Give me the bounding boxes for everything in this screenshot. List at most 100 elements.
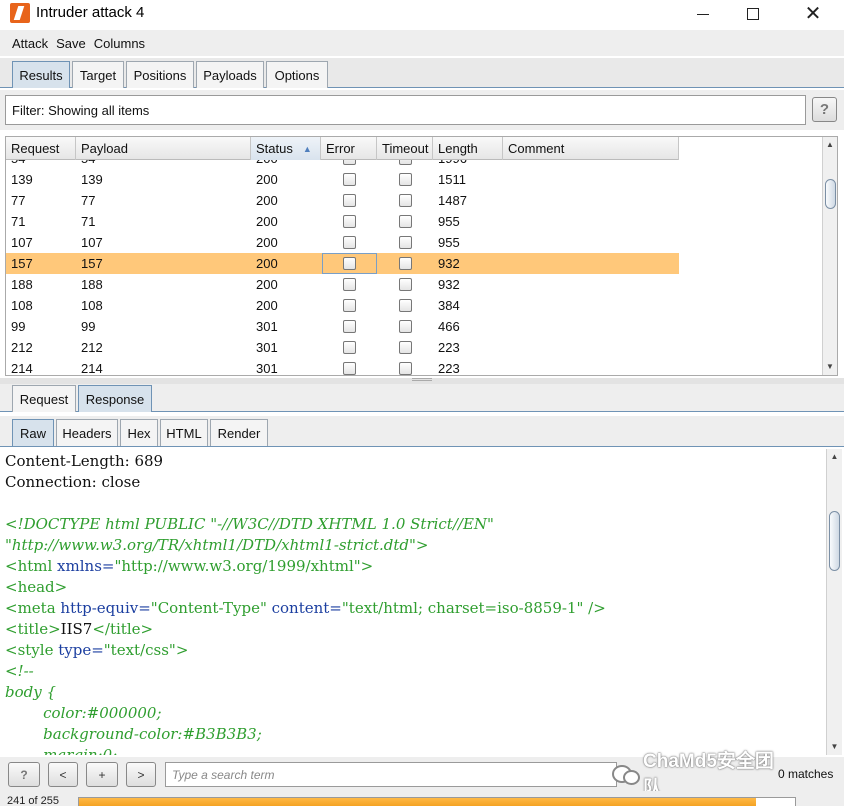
menu-attack[interactable]: Attack (12, 36, 48, 51)
menu-columns[interactable]: Columns (94, 36, 145, 51)
error-checkbox[interactable] (343, 278, 356, 291)
error-checkbox[interactable] (343, 341, 356, 354)
menu-save[interactable]: Save (56, 36, 86, 51)
tab-options[interactable]: Options (266, 61, 328, 88)
error-checkbox[interactable] (343, 299, 356, 312)
response-scroll-thumb[interactable] (829, 511, 840, 571)
column-error[interactable]: Error (321, 137, 377, 160)
response-line: Connection: close (5, 472, 823, 493)
cell-length: 955 (438, 235, 460, 250)
error-checkbox[interactable] (343, 320, 356, 333)
timeout-checkbox[interactable] (399, 215, 412, 228)
tab-payloads[interactable]: Payloads (196, 61, 264, 88)
code-token: </title> (92, 620, 154, 638)
timeout-checkbox[interactable] (399, 173, 412, 186)
error-checkbox[interactable] (343, 215, 356, 228)
table-row[interactable]: 107 107 200 955 (6, 232, 679, 253)
table-row[interactable]: 108 108 200 384 (6, 295, 679, 316)
cell-length: 384 (438, 298, 460, 313)
column-length[interactable]: Length (433, 137, 503, 160)
search-help-button[interactable]: ? (8, 762, 40, 787)
cell-request: 54 (6, 160, 25, 169)
error-checkbox[interactable] (343, 194, 356, 207)
tab-raw[interactable]: Raw (12, 419, 54, 446)
response-viewer[interactable]: Content-Length: 689 Connection: close <!DO… (0, 449, 844, 755)
tab-headers[interactable]: Headers (56, 419, 118, 446)
menu-bar: Attack Save Columns (0, 30, 844, 56)
timeout-checkbox[interactable] (399, 236, 412, 249)
code-token: color:#000000; (5, 704, 162, 722)
column-status[interactable]: Status ▲ (251, 137, 321, 160)
error-checkbox[interactable] (343, 160, 356, 165)
sort-ascending-icon: ▲ (302, 143, 312, 154)
cell-request: 188 (11, 277, 33, 292)
column-comment[interactable]: Comment (503, 137, 679, 160)
timeout-checkbox[interactable] (399, 160, 412, 165)
search-input[interactable]: Type a search term (165, 762, 617, 787)
error-checkbox[interactable] (343, 236, 356, 249)
code-token: "http://www.w3.org/TR/xhtml1/DTD/xhtml1-… (5, 536, 429, 554)
table-row[interactable]: 214 214 301 223 (6, 358, 679, 375)
code-token: http-equiv= (60, 599, 151, 617)
timeout-checkbox[interactable] (399, 194, 412, 207)
cell-status: 200 (256, 277, 278, 292)
cell-length: 932 (438, 277, 460, 292)
code-token: margin:0; (5, 746, 118, 755)
error-checkbox[interactable] (343, 257, 356, 270)
results-scroll-thumb[interactable] (825, 179, 836, 209)
code-token: <style (5, 641, 59, 659)
scroll-down-icon[interactable]: ▼ (823, 359, 837, 373)
close-button[interactable]: ✕ (790, 0, 836, 28)
results-scrollbar[interactable]: ▲ ▼ (822, 137, 837, 375)
table-row[interactable]: 188 188 200 932 (6, 274, 679, 295)
code-token: > (360, 557, 374, 575)
tab-html[interactable]: HTML (160, 419, 208, 446)
filter-bar[interactable]: Filter: Showing all items (5, 95, 806, 125)
cell-request: 77 (11, 193, 26, 208)
timeout-checkbox[interactable] (399, 362, 412, 375)
tab-target[interactable]: Target (72, 61, 124, 88)
table-row[interactable]: 157 157 200 932 (6, 253, 679, 274)
column-request[interactable]: Request (6, 137, 76, 160)
previous-match-button[interactable]: < (48, 762, 78, 787)
tab-render[interactable]: Render (210, 419, 268, 446)
request-progress-text: 241 of 255 (7, 795, 59, 806)
cell-payload: 108 (81, 298, 103, 313)
scroll-up-icon[interactable]: ▲ (827, 449, 842, 463)
table-row[interactable]: 212 212 301 223 (6, 337, 679, 358)
tab-positions[interactable]: Positions (126, 61, 194, 88)
timeout-checkbox[interactable] (399, 299, 412, 312)
tab-request[interactable]: Request (12, 385, 76, 412)
table-row[interactable]: 77 77 200 1487 (6, 190, 679, 211)
error-checkbox[interactable] (343, 362, 356, 375)
timeout-checkbox[interactable] (399, 341, 412, 354)
next-match-button[interactable]: > (126, 762, 156, 787)
window-title: Intruder attack 4 (36, 4, 145, 21)
minimize-button[interactable] (680, 0, 726, 28)
tab-response[interactable]: Response (78, 385, 152, 412)
cell-length: 466 (438, 319, 460, 334)
column-payload[interactable]: Payload (76, 137, 251, 160)
timeout-checkbox[interactable] (399, 257, 412, 270)
scroll-down-icon[interactable]: ▼ (827, 739, 842, 753)
cell-payload: 188 (81, 277, 103, 292)
tab-results[interactable]: Results (12, 61, 70, 88)
scroll-up-icon[interactable]: ▲ (823, 137, 837, 151)
add-search-button[interactable]: + (86, 762, 118, 787)
maximize-button[interactable] (730, 0, 776, 28)
table-row[interactable]: 71 71 200 955 (6, 211, 679, 232)
code-token: <meta (5, 599, 61, 617)
response-raw-text[interactable]: Content-Length: 689 Connection: close <!DO… (5, 451, 823, 755)
error-checkbox[interactable] (343, 173, 356, 186)
column-timeout[interactable]: Timeout (377, 137, 433, 160)
filter-help-button[interactable]: ? (812, 97, 837, 122)
response-line (5, 493, 823, 514)
cell-payload: 71 (81, 214, 96, 229)
table-row[interactable]: 99 99 301 466 (6, 316, 679, 337)
table-row[interactable]: 139 139 200 1511 (6, 169, 679, 190)
response-scrollbar[interactable]: ▲ ▼ (826, 449, 842, 755)
timeout-checkbox[interactable] (399, 320, 412, 333)
timeout-checkbox[interactable] (399, 278, 412, 291)
tab-hex[interactable]: Hex (120, 419, 158, 446)
table-row[interactable]: 54 54 200 1996 (6, 160, 679, 169)
